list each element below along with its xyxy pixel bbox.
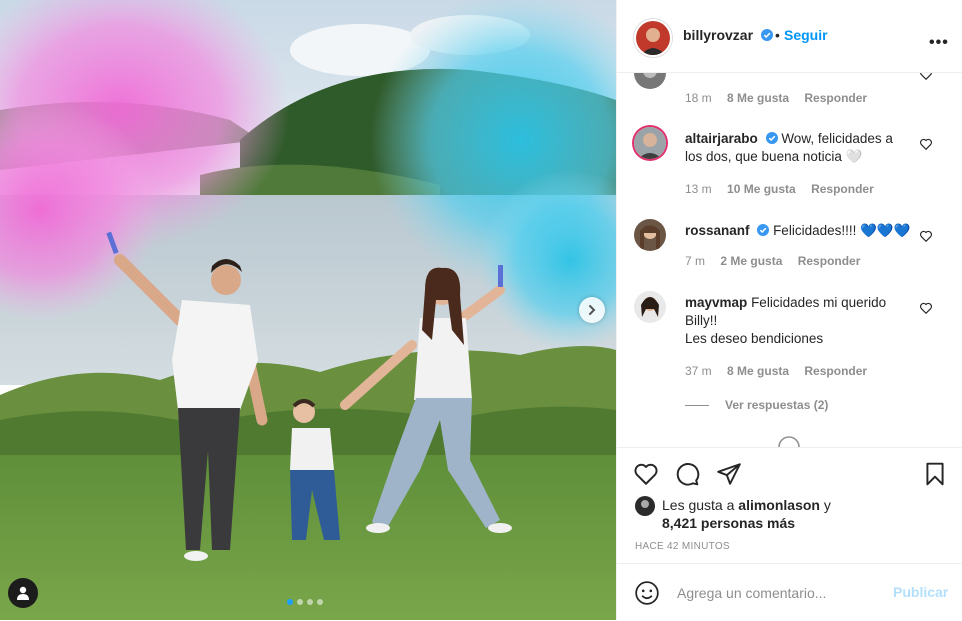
header-separator: • <box>775 27 780 43</box>
post-photo <box>0 0 616 620</box>
user-tag-button[interactable] <box>8 578 38 608</box>
liker-avatar[interactable] <box>635 496 655 516</box>
reply-button[interactable]: Responder <box>804 91 867 105</box>
comment-likes[interactable]: 10 Me gusta <box>727 182 796 196</box>
comment-meta: 18 m 8 Me gusta Responder <box>685 91 879 105</box>
comment-avatar-image <box>634 127 666 159</box>
author-username[interactable]: billyrovzar <box>683 27 773 43</box>
comment-body: mayvmap Felicidades mi querido Billy!! L… <box>685 294 913 348</box>
heart-icon[interactable] <box>919 229 933 243</box>
follow-button[interactable]: Seguir <box>784 27 828 43</box>
comment-avatar[interactable] <box>634 127 666 159</box>
comments-list[interactable]: 18 m 8 Me gusta Responder altairjarabo W… <box>617 73 962 447</box>
carousel-dot <box>297 599 303 605</box>
view-replies-label[interactable]: Ver respuestas (2) <box>725 398 828 412</box>
post-sidebar: billyrovzar • Seguir ••• 18 m 8 Me gusta… <box>616 0 962 620</box>
view-replies-button[interactable]: Ver respuestas (2) <box>685 398 828 412</box>
emoji-icon[interactable] <box>634 580 660 606</box>
comment-likes[interactable]: 8 Me gusta <box>727 364 789 378</box>
verified-icon <box>760 29 773 41</box>
comment-body: rossananf Felicidades!!!! 💙💙💙 <box>685 222 913 240</box>
user-tag-icon <box>17 586 29 600</box>
post-timestamp[interactable]: HACE 42 MINUTOS <box>635 541 730 552</box>
comment-username[interactable]: mayvmap <box>685 295 747 310</box>
comment-avatar-image <box>634 73 666 89</box>
likes-count[interactable]: 8,421 personas más <box>662 514 831 532</box>
save-icon[interactable] <box>922 461 948 487</box>
carousel-dot <box>307 599 313 605</box>
photo-illustration <box>0 0 616 620</box>
post-header: billyrovzar • Seguir ••• <box>617 0 962 73</box>
comment-body: altairjarabo Wow, felicidades a los dos,… <box>685 130 913 166</box>
replies-divider-line <box>685 404 709 406</box>
heart-icon[interactable] <box>919 301 933 315</box>
comment-time: 18 m <box>685 91 712 105</box>
share-icon[interactable] <box>716 461 742 487</box>
likes-summary: Les gusta a alimonlason y 8,421 personas… <box>635 496 831 532</box>
carousel-indicator <box>287 599 323 605</box>
comment-text-line2: Les deseo bendiciones <box>685 331 824 346</box>
comment-avatar[interactable] <box>634 219 666 251</box>
heart-icon[interactable] <box>919 73 933 81</box>
likes-text: Les gusta a alimonlason y <box>662 496 831 514</box>
next-slide-button[interactable] <box>579 297 605 323</box>
heart-icon[interactable] <box>919 137 933 151</box>
comment-text: Felicidades!!!! 💙💙💙 <box>773 223 911 238</box>
carousel-dot <box>317 599 323 605</box>
comment-time: 37 m <box>685 364 712 378</box>
verified-icon <box>765 132 778 144</box>
comment-time: 13 m <box>685 182 712 196</box>
comment-username[interactable]: altairjarabo <box>685 131 758 146</box>
likes-suffix: y <box>823 497 831 513</box>
comment-meta: 13 m 10 Me gusta Responder <box>685 182 886 196</box>
chevron-right-icon <box>589 305 596 315</box>
author-avatar[interactable] <box>634 19 672 57</box>
more-options-icon[interactable]: ••• <box>929 34 949 52</box>
comment-avatar-image <box>634 219 666 251</box>
add-comment-bar: Publicar <box>617 563 962 621</box>
load-more-icon[interactable] <box>777 435 801 447</box>
post-actions: Les gusta a alimonlason y 8,421 personas… <box>617 447 962 564</box>
comment-avatar-image <box>634 291 666 323</box>
author-username-text[interactable]: billyrovzar <box>683 27 753 43</box>
reply-button[interactable]: Responder <box>804 364 867 378</box>
comment-input[interactable] <box>675 581 879 605</box>
reply-button[interactable]: Responder <box>798 254 861 268</box>
post-modal: billyrovzar • Seguir ••• 18 m 8 Me gusta… <box>0 0 962 620</box>
comment-avatar[interactable] <box>634 73 666 89</box>
comment-username[interactable]: rossananf <box>685 223 750 238</box>
comment-meta: 37 m 8 Me gusta Responder <box>685 364 879 378</box>
comment-likes[interactable]: 2 Me gusta <box>720 254 782 268</box>
likes-prefix: Les gusta a <box>662 497 735 513</box>
comment-likes[interactable]: 8 Me gusta <box>727 91 789 105</box>
author-avatar-image <box>636 21 670 55</box>
reply-button[interactable]: Responder <box>811 182 874 196</box>
likes-user[interactable]: alimonlason <box>738 497 820 513</box>
liker-avatar-image <box>635 496 655 516</box>
carousel-dot-active <box>287 599 293 605</box>
heart-icon[interactable] <box>633 461 659 487</box>
comment-avatar[interactable] <box>634 291 666 323</box>
verified-icon <box>757 224 770 236</box>
publish-button[interactable]: Publicar <box>893 584 948 600</box>
comment-meta: 7 m 2 Me gusta Responder <box>685 254 872 268</box>
comment-time: 7 m <box>685 254 706 268</box>
comment-icon[interactable] <box>674 461 700 487</box>
